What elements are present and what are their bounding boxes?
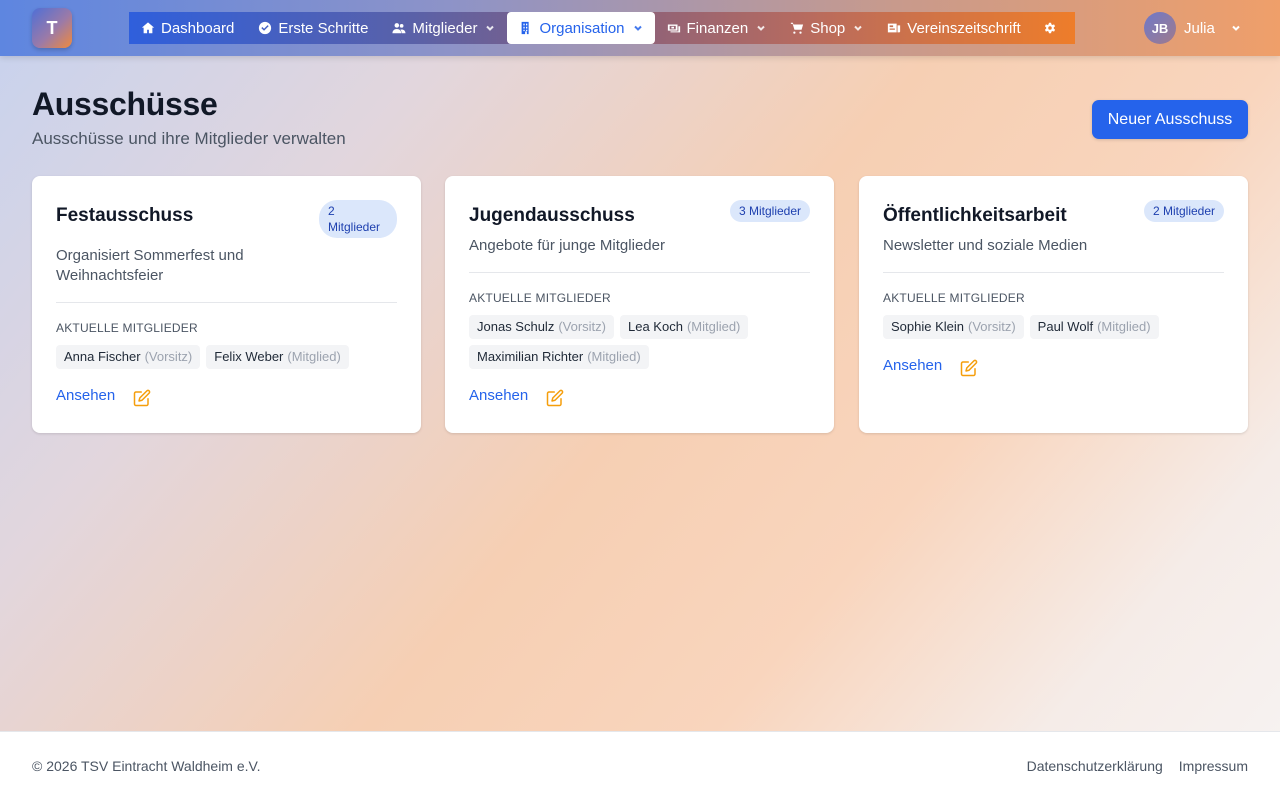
edit-icon[interactable]: [546, 389, 564, 407]
committee-description: Newsletter und soziale Medien: [883, 237, 1088, 254]
view-committee-link[interactable]: Ansehen: [56, 387, 115, 404]
nav-item-label: Organisation: [539, 19, 625, 37]
committee-card-festausschuss: Festausschuss 2 Mitglieder Organisiert S…: [32, 176, 421, 433]
view-committee-link[interactable]: Ansehen: [883, 357, 942, 374]
member-chip: Lea Koch (Mitglied): [620, 315, 749, 339]
nav-item-label: Mitglieder: [412, 19, 478, 37]
top-navigation-bar: T Dashboard Erste Schritte Mitglieder Or…: [0, 0, 1280, 56]
member-count-badge: 2 Mitglieder: [319, 200, 397, 238]
cart-icon: [791, 22, 804, 34]
member-role: (Mitglied): [1097, 319, 1151, 334]
nav-item-vereinszeitschrift[interactable]: Vereinszeitschrift: [875, 12, 1032, 44]
avatar: JB: [1144, 12, 1176, 44]
user-name: Julia: [1184, 19, 1215, 37]
users-icon: [392, 23, 406, 34]
footer: © 2026 TSV Eintracht Waldheim e.V. Daten…: [0, 731, 1280, 800]
chevron-down-icon: [854, 25, 862, 31]
gear-icon: [1044, 22, 1055, 34]
nav-item-shop[interactable]: Shop: [778, 12, 875, 44]
member-chip: Sophie Klein (Vorsitz): [883, 315, 1024, 339]
new-committee-button[interactable]: Neuer Ausschuss: [1092, 100, 1248, 139]
member-chip: Maximilian Richter (Mitglied): [469, 345, 649, 369]
committee-description: Angebote für junge Mitglieder: [469, 237, 665, 254]
check-circle-icon: [259, 21, 272, 35]
members-heading: Aktuelle Mitglieder: [56, 321, 198, 335]
nav-item-erste-schritte[interactable]: Erste Schritte: [246, 12, 380, 44]
divider: [883, 272, 1224, 273]
footer-links: Datenschutzerklärung Impressum: [1027, 758, 1248, 774]
member-chip: Paul Wolf (Mitglied): [1029, 315, 1159, 339]
member-count-badge: 2 Mitglieder: [1143, 200, 1224, 222]
member-list: Jonas Schulz (Vorsitz) Lea Koch (Mitglied)…: [469, 315, 810, 369]
chevron-down-icon: [486, 25, 495, 31]
chevron-down-icon: [1232, 25, 1240, 31]
members-heading: Aktuelle Mitglieder: [883, 291, 1025, 305]
view-committee-link[interactable]: Ansehen: [469, 387, 528, 404]
member-chip: Anna Fischer (Vorsitz): [56, 345, 201, 369]
nav-item-finanzen[interactable]: Finanzen: [655, 12, 779, 44]
imprint-link[interactable]: Impressum: [1179, 758, 1248, 774]
nav-item-label: Vereinszeitschrift: [907, 19, 1021, 37]
page-subtitle: Ausschüsse und ihre Mitglieder verwalten: [32, 129, 346, 148]
nav-item-organisation[interactable]: Organisation: [507, 12, 655, 44]
member-chip: Felix Weber (Mitglied): [206, 345, 349, 369]
member-name: Lea Koch: [628, 319, 683, 334]
committee-card-oeffentlichkeitsarbeit: Öffentlichkeitsarbeit 2 Mitglieder Newsl…: [859, 176, 1248, 433]
member-name: Anna Fischer: [64, 349, 141, 364]
member-chip: Jonas Schulz (Vorsitz): [469, 315, 614, 339]
member-role: (Mitglied): [587, 349, 641, 364]
member-name: Sophie Klein: [891, 319, 964, 334]
nav-item-mitglieder[interactable]: Mitglieder: [380, 12, 507, 44]
nav-item-label: Shop: [810, 19, 846, 37]
edit-icon[interactable]: [960, 359, 978, 377]
member-role: (Vorsitz): [144, 349, 193, 364]
member-list: Anna Fischer (Vorsitz) Felix Weber (Mitgli…: [56, 345, 397, 369]
money-icon: [667, 24, 680, 33]
edit-icon[interactable]: [133, 389, 151, 407]
nav-item-dashboard[interactable]: Dashboard: [129, 12, 246, 44]
member-count-badge: 3 Mitglieder: [729, 200, 810, 222]
members-heading: Aktuelle Mitglieder: [469, 291, 611, 305]
member-name: Jonas Schulz: [477, 319, 555, 334]
member-role: (Vorsitz): [968, 319, 1016, 334]
building-icon: [522, 21, 530, 35]
member-name: Felix Weber: [214, 349, 284, 364]
chevron-down-icon: [757, 25, 765, 31]
privacy-link[interactable]: Datenschutzerklärung: [1027, 758, 1163, 774]
member-role: (Mitglied): [287, 349, 341, 364]
member-role: (Mitglied): [686, 319, 741, 334]
newspaper-icon: [888, 23, 901, 33]
chevron-down-icon: [633, 25, 642, 31]
member-role: (Vorsitz): [558, 319, 606, 334]
member-name: Paul Wolf: [1037, 319, 1094, 334]
committee-description: Organisiert Sommerfest und Weihnachtsfei…: [56, 247, 244, 284]
committee-title: Öffentlichkeitsarbeit: [883, 205, 1067, 226]
settings-button[interactable]: [1033, 12, 1067, 44]
page-title: Ausschüsse: [32, 86, 218, 122]
nav-item-label: Finanzen: [686, 19, 749, 37]
member-list: Sophie Klein (Vorsitz) Paul Wolf (Mitglied…: [883, 315, 1224, 339]
committee-title: Jugendausschuss: [469, 205, 635, 226]
member-name: Maximilian Richter: [477, 349, 584, 364]
committee-card-jugendausschuss: Jugendausschuss 3 Mitglieder Angebote fü…: [445, 176, 834, 433]
nav-item-label: Dashboard: [161, 19, 235, 37]
main-nav: Dashboard Erste Schritte Mitglieder Orga…: [129, 12, 1075, 44]
divider: [469, 272, 810, 273]
app-logo[interactable]: T: [32, 8, 72, 48]
copyright-text: © 2026 TSV Eintracht Waldheim e.V.: [32, 758, 261, 774]
home-icon: [141, 22, 155, 34]
divider: [56, 302, 397, 303]
user-menu[interactable]: JB Julia: [1144, 12, 1241, 44]
nav-item-label: Erste Schritte: [278, 19, 369, 37]
committee-title: Festausschuss: [56, 205, 194, 226]
